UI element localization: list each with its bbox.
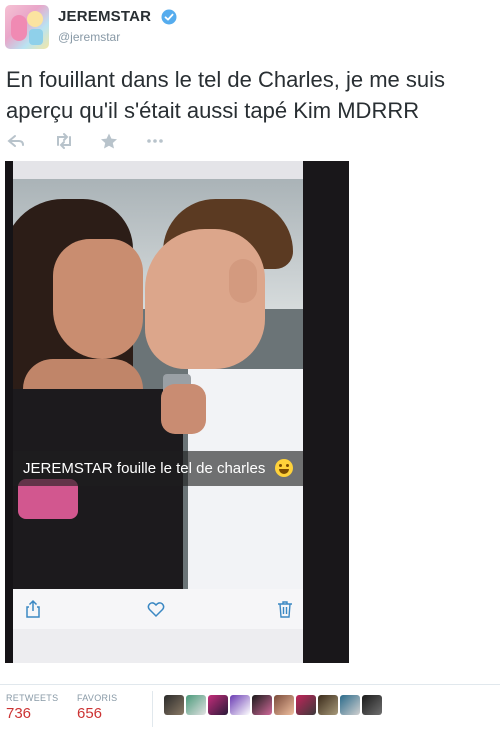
share-icon[interactable] [23, 599, 43, 619]
stats-divider [152, 691, 153, 727]
tweet-text: En fouillant dans le tel de Charles, je … [6, 67, 446, 123]
favoriter-avatar[interactable] [230, 695, 250, 715]
favoriter-avatar[interactable] [164, 695, 184, 715]
favorites-label: FAVORIS [77, 693, 118, 703]
phone-screenshot: JEREMSTAR fouille le tel de charles [13, 161, 303, 663]
photo-woman-face [53, 239, 143, 359]
user-handle[interactable]: @jeremstar [58, 30, 120, 44]
photo-man-ear [229, 259, 257, 303]
screen-topbar [13, 161, 303, 180]
tweet-media-photo[interactable]: JEREMSTAR fouille le tel de charles [5, 161, 349, 663]
photo-toolbar [13, 589, 303, 629]
favoriter-avatar[interactable] [362, 695, 382, 715]
favoriter-avatar[interactable] [296, 695, 316, 715]
avatar-shape [11, 15, 27, 41]
favorites-count[interactable]: 656 [77, 705, 102, 722]
tweet-header: JEREMSTAR @jeremstar [0, 0, 500, 58]
display-name[interactable]: JEREMSTAR [58, 8, 151, 25]
snap-caption-text: JEREMSTAR fouille le tel de charles [23, 460, 266, 477]
favorite-icon[interactable] [98, 132, 120, 150]
tears-of-joy-emoji-icon [275, 459, 293, 477]
favoriter-avatar[interactable] [186, 695, 206, 715]
favoriter-avatar[interactable] [318, 695, 338, 715]
retweet-icon[interactable] [53, 132, 75, 150]
favoriter-avatar[interactable] [252, 695, 272, 715]
heart-icon[interactable] [146, 599, 166, 619]
reply-icon[interactable] [6, 132, 28, 150]
avatar-shape [27, 11, 43, 27]
user-avatar[interactable] [5, 5, 49, 49]
snapchat-photo: JEREMSTAR fouille le tel de charles [13, 179, 303, 619]
favoriter-avatar[interactable] [340, 695, 360, 715]
more-icon[interactable] [144, 132, 166, 150]
avatar-shape [29, 29, 43, 45]
favoriter-avatar[interactable] [208, 695, 228, 715]
snap-caption-bar: JEREMSTAR fouille le tel de charles [13, 451, 303, 486]
retweets-label: RETWEETS [6, 693, 59, 703]
photo-hand [161, 384, 206, 434]
photo-dark-edge [303, 161, 349, 663]
retweets-count[interactable]: 736 [6, 705, 31, 722]
trash-icon[interactable] [275, 599, 295, 619]
tweet-stats: RETWEETS 736 FAVORIS 656 [0, 684, 500, 736]
favoriter-avatar[interactable] [274, 695, 294, 715]
verified-badge-icon [161, 9, 177, 25]
